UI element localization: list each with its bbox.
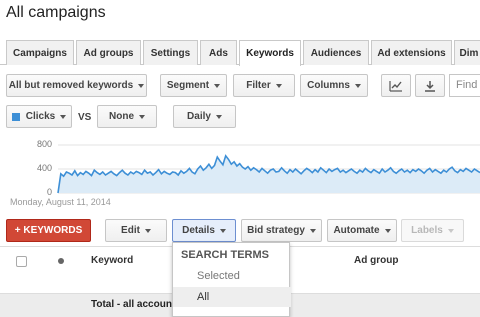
- chevron-down-icon: [275, 83, 282, 88]
- chevron-down-icon: [309, 228, 316, 233]
- download-icon: [425, 80, 435, 92]
- chevron-down-icon: [60, 114, 67, 119]
- details-dropdown-menu: SEARCH TERMS Selected All: [172, 242, 291, 317]
- vs-label: VS: [78, 112, 92, 123]
- menu-section-header: SEARCH TERMS: [181, 249, 270, 261]
- chart-plot: [57, 144, 480, 194]
- interval-dropdown[interactable]: Daily: [173, 105, 236, 128]
- chevron-down-icon: [139, 114, 145, 119]
- chevron-down-icon: [447, 228, 454, 233]
- chevron-down-icon: [384, 228, 391, 233]
- chart-start-date: Monday, August 11, 2014: [10, 197, 111, 207]
- status-dot-icon: [58, 258, 64, 264]
- columns-button[interactable]: Columns: [300, 74, 368, 97]
- bid-strategy-label: Bid strategy: [247, 225, 305, 236]
- interval-label: Daily: [187, 111, 211, 122]
- metric1-label: Clicks: [25, 111, 56, 122]
- series-area: [58, 155, 480, 193]
- chevron-down-icon: [144, 228, 151, 233]
- labels-button[interactable]: Labels: [401, 219, 464, 242]
- automate-label: Automate: [333, 225, 380, 236]
- tab-ad-extensions[interactable]: Ad extensions: [371, 40, 452, 65]
- tab-audiences[interactable]: Audiences: [303, 40, 369, 65]
- search-input[interactable]: Find: [449, 74, 480, 97]
- filter-button[interactable]: Filter: [233, 74, 295, 97]
- tab-ad-groups[interactable]: Ad groups: [76, 40, 141, 65]
- total-row-label: Total - all accoun: [91, 299, 172, 310]
- performance-chart: 800 400 0: [0, 138, 480, 206]
- automate-button[interactable]: Automate: [327, 219, 397, 242]
- column-header-keyword[interactable]: Keyword: [91, 255, 133, 266]
- edit-button[interactable]: Edit: [105, 219, 167, 242]
- filter-label: Filter: [246, 80, 271, 91]
- metric1-dropdown[interactable]: Clicks: [6, 105, 72, 128]
- tab-ads[interactable]: Ads: [200, 40, 237, 65]
- tab-keywords[interactable]: Keywords: [239, 40, 301, 66]
- segment-label: Segment: [166, 80, 210, 91]
- chevron-down-icon: [138, 83, 145, 88]
- tab-dimensions[interactable]: Dim: [454, 40, 480, 65]
- edit-label: Edit: [121, 225, 140, 236]
- column-header-ad-group[interactable]: Ad group: [354, 255, 398, 266]
- chevron-down-icon: [354, 83, 361, 88]
- details-button[interactable]: Details: [172, 219, 236, 242]
- add-keywords-button[interactable]: + KEYWORDS: [6, 219, 91, 242]
- menu-item-selected[interactable]: Selected: [173, 266, 291, 286]
- chevron-down-icon: [215, 114, 222, 119]
- metric2-dropdown[interactable]: None: [97, 105, 157, 128]
- download-button[interactable]: [415, 74, 445, 97]
- chevron-down-icon: [214, 83, 221, 88]
- chevron-down-icon: [219, 228, 226, 233]
- columns-label: Columns: [307, 80, 350, 91]
- tab-campaigns[interactable]: Campaigns: [6, 40, 74, 65]
- bid-strategy-button[interactable]: Bid strategy: [241, 219, 322, 242]
- segment-button[interactable]: Segment: [160, 74, 227, 97]
- tab-settings[interactable]: Settings: [143, 40, 198, 65]
- labels-label: Labels: [411, 225, 443, 236]
- series-color-swatch: [11, 112, 20, 121]
- view-filter-dropdown[interactable]: All but removed keywords: [6, 74, 147, 97]
- metric2-label: None: [109, 111, 134, 122]
- page-title: All campaigns: [6, 4, 106, 21]
- chart-toggle-button[interactable]: [381, 74, 411, 97]
- select-all-checkbox[interactable]: [16, 256, 27, 267]
- view-filter-label: All but removed keywords: [8, 80, 134, 91]
- details-label: Details: [182, 225, 215, 236]
- tab-bar: Campaigns Ad groups Settings Ads Keyword…: [0, 40, 480, 66]
- menu-item-all[interactable]: All: [173, 287, 291, 307]
- line-chart-icon: [389, 80, 402, 92]
